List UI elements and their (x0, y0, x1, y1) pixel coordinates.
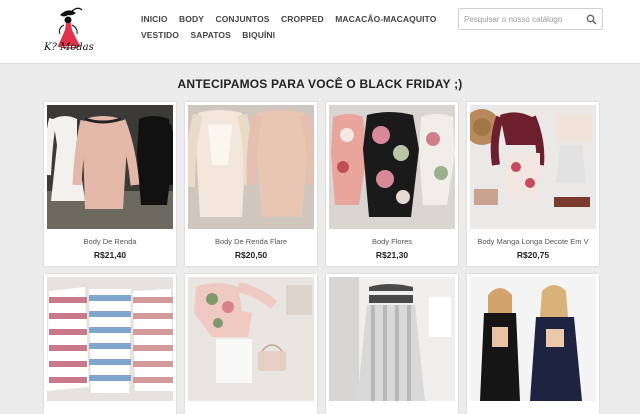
nav-inicio[interactable]: INICIO (141, 14, 168, 24)
product-image[interactable] (470, 105, 596, 229)
nav-biquini[interactable]: BIQUÍNI (242, 30, 275, 40)
search-icon[interactable] (586, 14, 597, 25)
product-card[interactable]: Body De Renda Flare R$20,50 (185, 102, 317, 266)
logo-text: K? Modas (44, 42, 94, 53)
product-card[interactable] (44, 274, 176, 414)
product-image[interactable] (47, 105, 173, 229)
product-price: R$21,30 (375, 250, 409, 260)
product-image[interactable] (47, 277, 173, 401)
nav-macacao-macaquito[interactable]: MACACÃO-MACAQUITO (335, 14, 436, 24)
site-logo[interactable]: K? Modas (38, 6, 120, 58)
product-card[interactable] (467, 274, 599, 414)
nav-row-2: VESTIDO SAPATOS BIQUÍNI (141, 25, 441, 41)
nav-row-1: INICIO BODY CONJUNTOS CROPPED MACACÃO-MA… (141, 9, 441, 25)
product-price: R$20,50 (234, 250, 268, 260)
product-name[interactable]: Body Flores (326, 237, 458, 246)
product-image[interactable] (329, 277, 455, 401)
product-name[interactable]: Body De Renda (44, 237, 176, 246)
product-card[interactable]: Body Flores R$21,30 (326, 102, 458, 266)
product-name[interactable]: Body De Renda Flare (185, 237, 317, 246)
product-card[interactable] (185, 274, 317, 414)
nav-vestido[interactable]: VESTIDO (141, 30, 179, 40)
search-box (458, 8, 603, 30)
product-image[interactable] (188, 105, 314, 229)
nav-sapatos[interactable]: SAPATOS (190, 30, 230, 40)
product-name[interactable]: Body Manga Longa Decote Em V (467, 237, 599, 246)
nav-cropped[interactable]: CROPPED (281, 14, 324, 24)
product-image[interactable] (188, 277, 314, 401)
product-card[interactable]: Body Manga Longa Decote Em V R$20,75 (467, 102, 599, 266)
product-price: R$21,40 (93, 250, 127, 260)
nav-body[interactable]: BODY (179, 14, 204, 24)
product-image[interactable] (329, 105, 455, 229)
product-card[interactable]: Body De Renda R$21,40 (44, 102, 176, 266)
main-nav: INICIO BODY CONJUNTOS CROPPED MACACÃO-MA… (141, 9, 441, 41)
product-image[interactable] (470, 277, 596, 401)
site-header: K? Modas INICIO BODY CONJUNTOS CROPPED M… (0, 0, 640, 64)
nav-conjuntos[interactable]: CONJUNTOS (215, 14, 269, 24)
search-input[interactable] (464, 11, 582, 27)
product-card[interactable] (326, 274, 458, 414)
product-price: R$20,75 (516, 250, 550, 260)
page-title: ANTECIPAMOS PARA VOCÊ O BLACK FRIDAY ;) (177, 77, 463, 91)
